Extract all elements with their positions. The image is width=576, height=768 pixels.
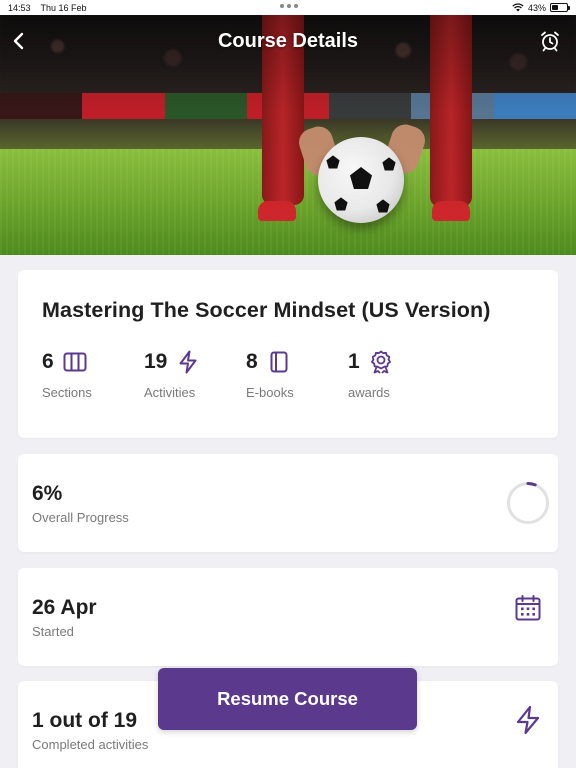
status-bar: 14:53 Thu 16 Feb 43% <box>0 0 576 15</box>
completed-activities-value: 1 out of 19 <box>32 709 138 732</box>
page-title: Course Details <box>217 29 359 52</box>
stat-label: Activities <box>144 385 196 400</box>
stat-awards: 1 awards <box>348 349 450 400</box>
start-date-label: Started <box>32 624 74 639</box>
wifi-icon <box>512 3 524 12</box>
award-ribbon-icon <box>368 349 394 375</box>
status-time: 14:53 <box>8 2 31 13</box>
status-date: Thu 16 Feb <box>40 2 87 13</box>
stat-value: 8 <box>246 350 258 373</box>
progress-ring <box>507 482 549 524</box>
start-date-card: 26 Apr Started <box>18 568 558 666</box>
multitasking-dots-icon[interactable] <box>280 4 298 8</box>
stat-label: E-books <box>246 385 294 400</box>
stat-activities: 19 Activities <box>144 349 246 400</box>
stat-value: 19 <box>144 350 168 373</box>
resume-course-button[interactable]: Resume Course <box>158 668 417 730</box>
lightning-bolt-icon <box>516 705 540 735</box>
stat-ebooks: 8 E-books <box>246 349 348 400</box>
progress-card: 6% Overall Progress <box>18 454 558 552</box>
start-date-value: 26 Apr <box>32 596 97 619</box>
progress-value: 6% <box>32 482 63 505</box>
chevron-left-icon <box>13 32 24 50</box>
stat-label: Sections <box>42 385 92 400</box>
completed-activities-label: Completed activities <box>32 737 149 752</box>
stat-value: 1 <box>348 350 360 373</box>
alarm-clock-icon <box>541 31 559 52</box>
battery-icon <box>550 3 570 12</box>
back-button[interactable] <box>8 29 28 53</box>
book-icon <box>266 349 292 375</box>
stat-sections: 6 Sections <box>42 349 144 400</box>
stat-value: 6 <box>42 350 54 373</box>
reminder-button[interactable] <box>538 29 562 53</box>
course-title: Mastering The Soccer Mindset (US Version… <box>42 298 491 322</box>
calendar-icon <box>515 595 541 621</box>
course-summary-card: Mastering The Soccer Mindset (US Version… <box>18 270 558 438</box>
course-stats: 6 Sections 19 Activities 8 E-books 1 awa… <box>42 349 534 400</box>
navigation-bar: Course Details <box>0 15 576 67</box>
lightning-bolt-icon <box>175 349 201 375</box>
battery-percent: 43% <box>527 2 546 13</box>
columns-icon <box>62 349 88 375</box>
progress-label: Overall Progress <box>32 510 129 525</box>
stat-label: awards <box>348 385 390 400</box>
